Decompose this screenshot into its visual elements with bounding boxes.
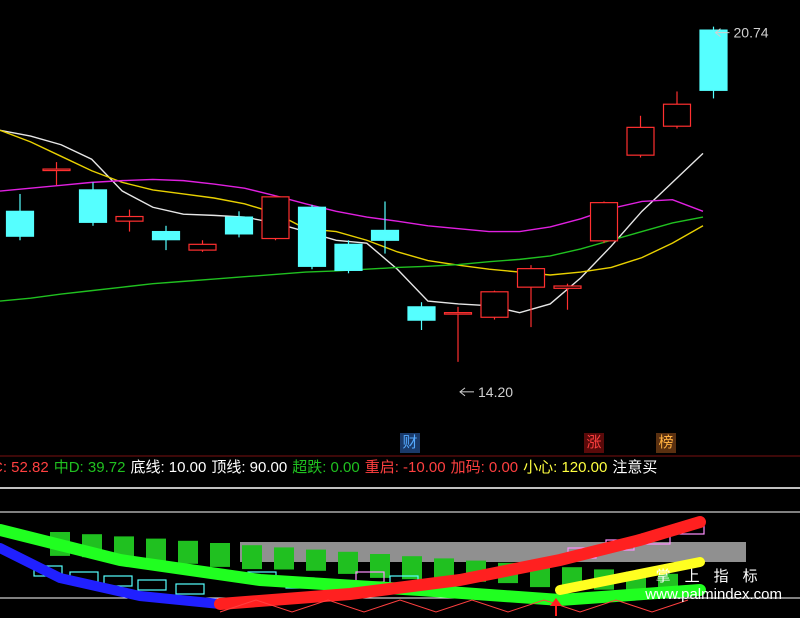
indicator-bar bbox=[242, 545, 262, 570]
candle bbox=[151, 225, 181, 251]
indicator-readout: 顶线: 90.00 bbox=[211, 459, 288, 476]
candlesticks bbox=[5, 26, 728, 362]
event-tag: 榜 bbox=[656, 433, 676, 453]
candle-body bbox=[188, 243, 217, 251]
candle-body bbox=[699, 29, 728, 91]
indicator-bar bbox=[306, 549, 326, 571]
candle bbox=[42, 162, 71, 186]
candle-body bbox=[589, 202, 619, 242]
candle-body bbox=[224, 216, 254, 235]
candle bbox=[297, 204, 327, 270]
candle-body bbox=[78, 189, 108, 223]
candle bbox=[224, 211, 254, 238]
indicator-readout-bar: C: 52.82中D: 39.72底线: 10.00顶线: 90.00超跌: 0… bbox=[0, 456, 792, 480]
indicator-readout: 中D: 39.72 bbox=[53, 459, 126, 476]
annotation-low: 14.20 bbox=[459, 384, 513, 400]
candle bbox=[443, 306, 473, 362]
candle bbox=[407, 302, 436, 330]
candle-body bbox=[662, 103, 692, 127]
candle bbox=[334, 240, 363, 274]
event-tag: 财 bbox=[400, 433, 420, 453]
annotation-label: 14.20 bbox=[478, 384, 513, 400]
candle bbox=[699, 26, 728, 99]
candle-body bbox=[516, 268, 546, 288]
candle-body bbox=[370, 229, 400, 241]
event-tag: 涨 bbox=[584, 433, 604, 453]
candle-body bbox=[151, 230, 181, 241]
candle bbox=[78, 182, 108, 226]
indicator-box bbox=[137, 579, 167, 591]
indicator-readout: 小心: 120.00 bbox=[523, 459, 608, 476]
indicator-readout: 加码: 0.00 bbox=[450, 459, 519, 476]
candle-body bbox=[261, 196, 290, 240]
candle bbox=[370, 201, 400, 254]
indicator-readout: C: 52.82 bbox=[0, 459, 49, 476]
indicator-readout: 重启: -10.00 bbox=[364, 459, 446, 476]
indicator-bar bbox=[274, 547, 294, 570]
candle-body bbox=[553, 285, 582, 289]
candle-body bbox=[297, 206, 327, 267]
annotation-label: 20.74 bbox=[734, 25, 769, 41]
indicator-readout: 底线: 10.00 bbox=[130, 459, 207, 476]
candle bbox=[626, 115, 655, 158]
candle-body bbox=[42, 168, 71, 172]
candle-body bbox=[5, 210, 35, 237]
candle-body bbox=[115, 215, 144, 222]
candle bbox=[516, 265, 546, 328]
indicator-bar bbox=[210, 543, 230, 567]
indicator-bar bbox=[370, 554, 390, 578]
candle bbox=[589, 201, 619, 244]
candle-body bbox=[407, 306, 436, 321]
watermark-title: 掌上指标 bbox=[655, 568, 772, 585]
candle-body bbox=[443, 312, 473, 315]
candle bbox=[662, 91, 692, 129]
indicator-bar bbox=[146, 538, 166, 561]
watermark-url: www.palmindex.com bbox=[645, 586, 782, 603]
candle bbox=[261, 195, 290, 241]
indicator-bar bbox=[338, 551, 358, 574]
candle-body bbox=[480, 291, 509, 318]
indicator-readout: 超跌: 0.00 bbox=[292, 459, 360, 476]
candle bbox=[5, 193, 35, 241]
candle-body bbox=[626, 126, 655, 156]
candle bbox=[188, 240, 217, 252]
indicator-bar bbox=[178, 540, 198, 564]
indicator-box bbox=[175, 583, 205, 595]
watermark: 掌上指标 www.palmindex.com bbox=[645, 568, 782, 604]
kline-chart: 20.74 14.20 bbox=[0, 25, 800, 616]
candle bbox=[480, 290, 509, 320]
candle-body bbox=[334, 243, 363, 271]
indicator-readout: 注意买 bbox=[612, 459, 658, 476]
candle bbox=[115, 209, 144, 232]
